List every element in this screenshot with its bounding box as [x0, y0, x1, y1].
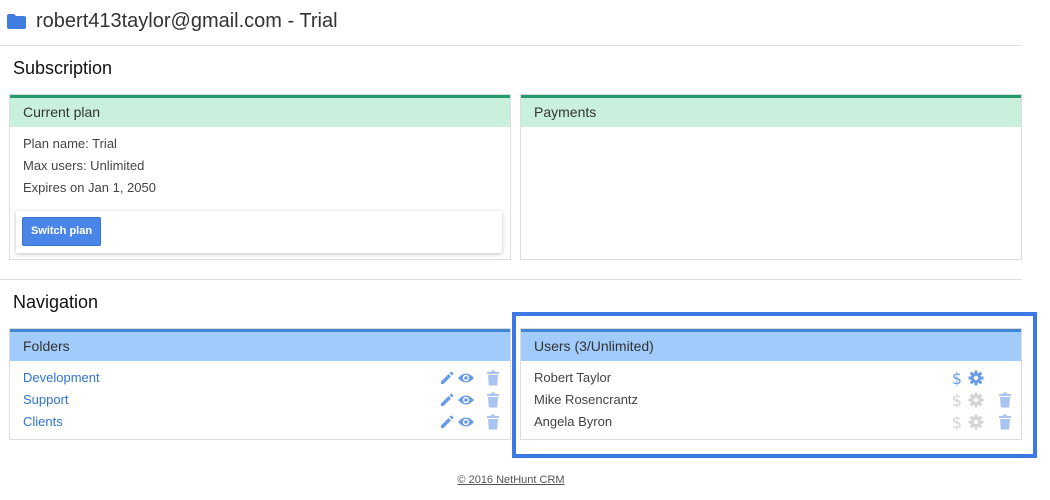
folder-row: Support: [10, 389, 510, 411]
users-heading: Users (3/Unlimited): [521, 329, 1021, 361]
switch-plan-button[interactable]: Switch plan: [22, 217, 101, 246]
pencil-icon[interactable]: [439, 414, 455, 430]
payments-panel: Payments: [520, 94, 1022, 260]
switch-plan-container: Switch plan: [16, 211, 502, 253]
users-panel: Users (3/Unlimited) Robert Taylor $ Mike…: [520, 328, 1022, 440]
folder-icon: [7, 14, 26, 29]
page-title: robert413taylor@gmail.com - Trial: [36, 10, 338, 32]
svg-text:$: $: [952, 414, 962, 430]
gear-icon[interactable]: [968, 392, 984, 408]
footer: © 2016 NetHunt CRM: [0, 474, 1022, 486]
user-row: Mike Rosencrantz $: [521, 389, 1021, 411]
folder-row: Development: [10, 367, 510, 389]
svg-text:$: $: [952, 392, 962, 408]
user-name: Robert Taylor: [534, 370, 612, 385]
dollar-icon[interactable]: $: [950, 414, 964, 430]
pencil-icon[interactable]: [439, 370, 455, 386]
current-plan-panel: Current plan Plan name: Trial Max users:…: [9, 94, 511, 260]
eye-icon[interactable]: [457, 392, 475, 408]
trash-icon[interactable]: [998, 414, 1012, 430]
subscription-title: Subscription: [13, 58, 113, 78]
folder-link[interactable]: Support: [23, 392, 69, 407]
navigation-title: Navigation: [13, 292, 99, 312]
footer-copyright-link[interactable]: © 2016 NetHunt CRM: [457, 474, 564, 486]
eye-icon[interactable]: [457, 370, 475, 386]
trash-icon[interactable]: [998, 392, 1012, 408]
page-header: robert413taylor@gmail.com - Trial: [0, 0, 1022, 46]
dollar-icon[interactable]: $: [950, 392, 964, 408]
pencil-icon[interactable]: [439, 392, 455, 408]
folders-panel: Folders Development Support Clients: [9, 328, 511, 440]
user-row: Angela Byron $: [521, 411, 1021, 433]
gear-icon[interactable]: [968, 414, 984, 430]
folder-link[interactable]: Development: [23, 370, 100, 385]
folders-heading: Folders: [10, 329, 510, 361]
expires-date: Expires on Jan 1, 2050: [23, 180, 156, 195]
payments-heading: Payments: [521, 95, 1021, 127]
trash-icon[interactable]: [486, 370, 500, 386]
user-row: Robert Taylor $: [521, 367, 1021, 389]
gear-icon[interactable]: [968, 370, 984, 386]
folder-link[interactable]: Clients: [23, 414, 63, 429]
user-name: Angela Byron: [534, 414, 613, 429]
trash-icon[interactable]: [486, 392, 500, 408]
section-divider: [0, 279, 1022, 280]
trash-icon[interactable]: [486, 414, 500, 430]
plan-name: Plan name: Trial: [23, 136, 117, 151]
current-plan-heading: Current plan: [10, 95, 510, 127]
dollar-icon[interactable]: $: [950, 370, 964, 386]
svg-text:$: $: [952, 370, 962, 386]
eye-icon[interactable]: [457, 414, 475, 430]
user-name: Mike Rosencrantz: [534, 392, 639, 407]
folder-row: Clients: [10, 411, 510, 433]
max-users: Max users: Unlimited: [23, 158, 145, 173]
